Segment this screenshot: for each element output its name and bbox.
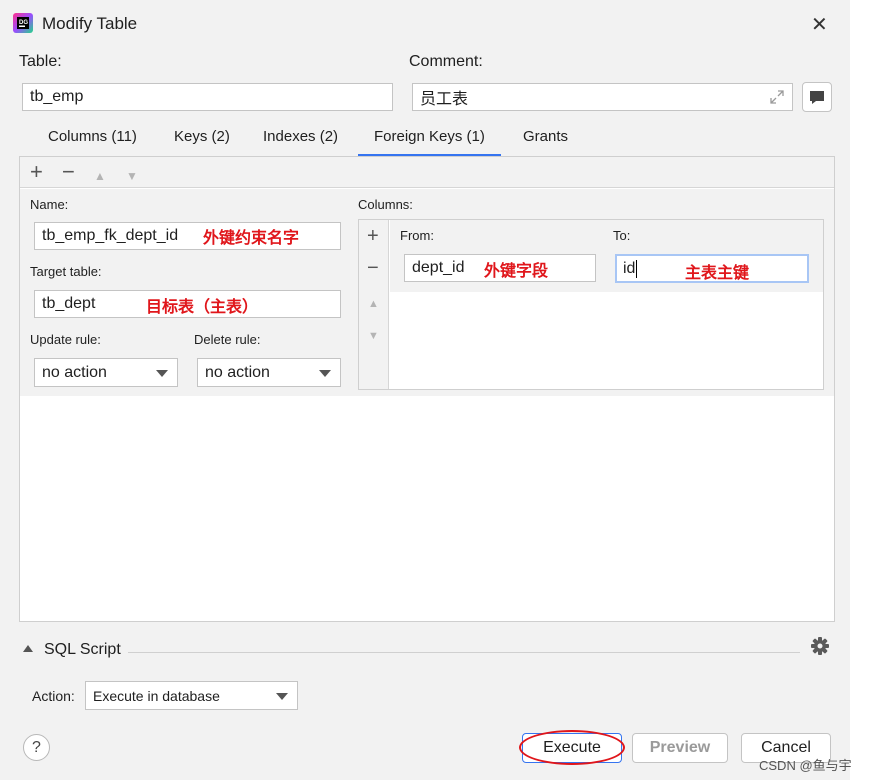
from-column-annotation: 外键字段 bbox=[484, 263, 549, 280]
table-name-input[interactable]: tb_emp bbox=[22, 83, 393, 111]
add-fk-button[interactable]: + bbox=[30, 161, 43, 183]
comment-bubble-icon bbox=[810, 91, 824, 104]
move-up-button[interactable]: ▲ bbox=[94, 167, 106, 185]
tab-foreign-keys[interactable]: Foreign Keys (1) bbox=[358, 128, 501, 157]
sql-script-label[interactable]: SQL Script bbox=[44, 641, 121, 659]
tab-columns[interactable]: Columns (11) bbox=[48, 128, 137, 154]
move-down-button[interactable]: ▼ bbox=[126, 167, 138, 185]
comment-value: 员工表 bbox=[420, 91, 469, 108]
close-icon[interactable]: ✕ bbox=[811, 12, 828, 37]
from-header: From: bbox=[400, 228, 434, 243]
delete-rule-select[interactable]: no action bbox=[197, 358, 341, 387]
column-down-button[interactable]: ▼ bbox=[368, 327, 379, 345]
fk-name-annotation: 外键约束名字 bbox=[203, 230, 300, 247]
from-column-value: dept_id bbox=[412, 259, 465, 276]
to-column-value: id bbox=[623, 259, 636, 277]
window-title: Modify Table bbox=[42, 14, 138, 33]
add-column-button[interactable]: + bbox=[367, 226, 379, 246]
target-table-label: Target table: bbox=[30, 264, 102, 279]
expand-icon[interactable] bbox=[770, 90, 784, 109]
delete-rule-label: Delete rule: bbox=[194, 332, 261, 347]
comment-label: Comment: bbox=[409, 53, 483, 70]
update-rule-select[interactable]: no action bbox=[34, 358, 178, 387]
execute-highlight-ellipse bbox=[519, 730, 625, 765]
target-table-value: tb_dept bbox=[42, 295, 96, 312]
sql-divider bbox=[128, 652, 800, 653]
comment-bubble-button[interactable] bbox=[802, 82, 832, 112]
collapse-triangle-icon[interactable] bbox=[23, 645, 33, 652]
remove-column-button[interactable]: − bbox=[367, 258, 379, 278]
remove-fk-button[interactable]: − bbox=[62, 161, 75, 183]
text-cursor bbox=[636, 259, 638, 278]
target-table-annotation: 目标表（主表） bbox=[146, 299, 259, 316]
svg-text:DG: DG bbox=[19, 20, 28, 26]
update-rule-label: Update rule: bbox=[30, 332, 101, 347]
help-button[interactable]: ? bbox=[23, 734, 50, 761]
fk-name-value: tb_emp_fk_dept_id bbox=[42, 227, 179, 244]
action-select[interactable]: Execute in database bbox=[85, 681, 298, 710]
watermark: CSDN @鱼与宇 bbox=[759, 758, 852, 773]
fk-toolbar bbox=[20, 157, 834, 188]
to-column-annotation: 主表主键 bbox=[685, 265, 750, 282]
delete-rule-value: no action bbox=[205, 363, 270, 381]
help-icon: ? bbox=[32, 738, 41, 756]
gear-icon[interactable] bbox=[810, 636, 830, 661]
to-header: To: bbox=[613, 228, 631, 243]
tab-indexes[interactable]: Indexes (2) bbox=[263, 128, 338, 154]
app-logo-icon: DG bbox=[13, 13, 33, 33]
chevron-down-icon bbox=[276, 692, 288, 700]
tab-keys[interactable]: Keys (2) bbox=[174, 128, 230, 154]
update-rule-value: no action bbox=[42, 363, 107, 381]
table-label: Table: bbox=[19, 53, 62, 70]
name-label: Name: bbox=[30, 197, 69, 212]
chevron-down-icon bbox=[156, 369, 168, 377]
chevron-down-icon bbox=[319, 369, 331, 377]
action-value: Execute in database bbox=[93, 687, 220, 704]
preview-button[interactable]: Preview bbox=[632, 733, 728, 763]
preview-label: Preview bbox=[649, 739, 711, 756]
columns-label: Columns: bbox=[358, 197, 413, 212]
tab-grants[interactable]: Grants bbox=[523, 128, 568, 154]
column-up-button[interactable]: ▲ bbox=[368, 295, 379, 313]
modify-table-dialog: DG Modify Table ✕ Table: tb_emp Comment:… bbox=[0, 0, 850, 780]
action-label: Action: bbox=[32, 688, 75, 704]
comment-input[interactable]: 员工表 bbox=[412, 83, 793, 111]
